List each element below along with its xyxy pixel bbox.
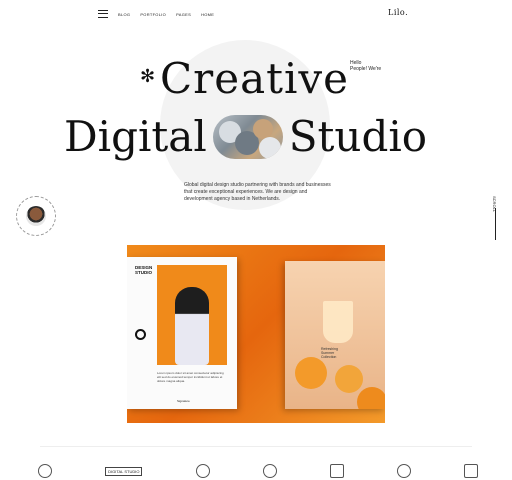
magazine-body-text: Lorem ipsum dolor sit amet consectetur a… bbox=[157, 371, 224, 383]
hero-title-studio: Studio bbox=[288, 112, 428, 161]
person-figure bbox=[175, 287, 209, 365]
magazine-left-page: DESIGN STUDIO Lorem ipsum dolor sit amet… bbox=[127, 257, 237, 409]
client-logo-icon bbox=[38, 464, 52, 478]
client-logo-icon bbox=[329, 464, 344, 478]
brand-logo[interactable]: Lilo. bbox=[388, 8, 408, 17]
magazine-signature: Signature bbox=[177, 399, 190, 403]
scroll-arrow-icon bbox=[495, 208, 496, 240]
client-logo-icon bbox=[262, 464, 277, 478]
magazine-title: DESIGN STUDIO bbox=[135, 265, 153, 275]
client-logos-row: DIGITAL STUDIO bbox=[38, 464, 478, 478]
drink-glass bbox=[323, 301, 353, 343]
magazine-right-page: Refreshing Summer Collection bbox=[285, 261, 385, 409]
magazine-photo bbox=[157, 265, 227, 365]
scroll-indicator[interactable]: SCROLL bbox=[492, 196, 498, 242]
nav-link-home[interactable]: HOME bbox=[201, 12, 214, 17]
hero-title-digital: Digital bbox=[64, 112, 207, 161]
hero-spheres-image bbox=[212, 115, 283, 159]
client-logo-tag: DIGITAL STUDIO bbox=[105, 466, 143, 476]
showcase-image: DESIGN STUDIO Lorem ipsum dolor sit amet… bbox=[127, 245, 385, 423]
top-nav: BLOG PORTFOLIO PAGES HOME bbox=[98, 10, 214, 18]
nav-link-portfolio[interactable]: PORTFOLIO bbox=[140, 12, 166, 17]
hamburger-menu-icon[interactable] bbox=[98, 10, 108, 18]
avatar bbox=[26, 206, 46, 226]
nav-link-pages[interactable]: PAGES bbox=[176, 12, 191, 17]
hero-title-row: Digital Studio bbox=[64, 115, 427, 159]
orange-fruit bbox=[357, 387, 385, 409]
magazine-ring-icon bbox=[135, 329, 146, 340]
hero-description: Global digital design studio partnering … bbox=[184, 182, 331, 202]
client-logo-icon bbox=[195, 464, 210, 478]
orange-fruit bbox=[335, 365, 363, 393]
asterisk-icon: ✻ bbox=[140, 66, 156, 87]
client-logo-icon bbox=[464, 464, 478, 478]
nav-link-blog[interactable]: BLOG bbox=[118, 12, 130, 17]
divider bbox=[40, 446, 472, 447]
hero-greeting: Hello People! We're bbox=[350, 60, 382, 72]
hero-title-creative: Creative bbox=[160, 54, 350, 103]
orange-fruit bbox=[295, 357, 327, 389]
client-logo-icon bbox=[396, 464, 411, 478]
magazine-right-text: Refreshing Summer Collection bbox=[321, 347, 338, 359]
avatar-badge[interactable] bbox=[16, 196, 56, 236]
